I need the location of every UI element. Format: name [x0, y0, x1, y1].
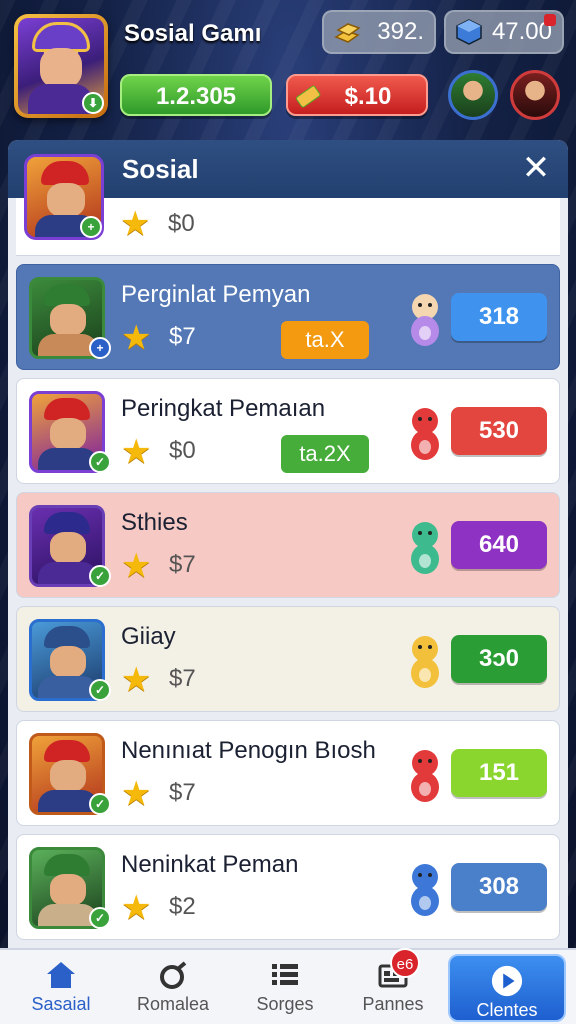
cash-button[interactable]: 1.2.305 [120, 74, 272, 116]
star-icon: ★ [121, 433, 152, 471]
gem-resource[interactable]: 47.00 [444, 10, 564, 54]
list-icon [272, 964, 298, 985]
multiplier-tag[interactable]: ta.2X [281, 435, 369, 473]
player-name: Peringkat Pemaıan [121, 395, 326, 422]
score-button[interactable]: 3ɔ0 [451, 635, 547, 683]
mascot-icon [411, 750, 439, 802]
nav-label: Sasaial [31, 994, 91, 1014]
player-name: Nenınıat Penogın Bıosh [121, 737, 376, 764]
close-icon[interactable]: ✕ [518, 150, 554, 186]
row-money: $7 [169, 665, 196, 692]
mascot-icon [411, 636, 439, 688]
mascot-icon [411, 522, 439, 574]
leaderboard-row[interactable]: ✓ Peringkat Pemaıan ★ $0 ta.2X 530 [16, 378, 560, 484]
player-name: Sthies [121, 509, 188, 536]
gem-cube-icon [456, 19, 482, 45]
add-badge-icon: + [80, 216, 102, 238]
nav-tab-romalea[interactable]: Romalea [118, 950, 228, 1024]
star-icon: ★ [120, 205, 151, 243]
leaderboard-row[interactable]: ✓ Giiay ★ $7 3ɔ0 [16, 606, 560, 712]
player-avatar[interactable]: ⬇ [14, 14, 108, 118]
home-icon [47, 962, 75, 988]
nav-label: Romalea [136, 994, 210, 1014]
gem-value: 47.00 [491, 18, 552, 45]
mascot-icon [411, 294, 439, 346]
bottom-nav: Sasaial Romalea Sorges Pannes Clentes [0, 948, 576, 1024]
star-icon: ★ [121, 661, 152, 699]
player-name: Giiay [121, 623, 176, 650]
gold-value: 392. [377, 18, 424, 45]
status-badge-icon: ✓ [89, 565, 111, 587]
top-hud: ⬇ Sosial Gamı 392. 47.00 1.2.305 $.10 [0, 0, 576, 140]
row-money: $7 [169, 323, 196, 350]
row-money: $7 [169, 779, 196, 806]
multiplier-tag[interactable]: ta.X [281, 321, 369, 359]
gold-bars-icon [334, 23, 361, 43]
energy-button[interactable]: $.10 [286, 74, 428, 116]
score-button[interactable]: 308 [451, 863, 547, 911]
star-icon: ★ [121, 547, 152, 585]
score-button[interactable]: 151 [451, 749, 547, 797]
mascot-icon [411, 408, 439, 460]
row-money: $0 [169, 437, 196, 464]
notification-badge: e6 [390, 948, 420, 978]
nav-tab-sorges[interactable]: Sorges [230, 950, 340, 1024]
energy-value: $.10 [344, 83, 392, 110]
star-icon: ★ [121, 319, 152, 357]
leaderboard-row[interactable]: ✓ Neninkat Peman ★ $2 308 [16, 834, 560, 940]
status-badge-icon: ✓ [89, 907, 111, 929]
friend-avatar-1[interactable] [448, 70, 498, 120]
nav-tab-sasaial[interactable]: Sasaial [6, 950, 116, 1024]
status-badge-icon: ✓ [89, 793, 111, 815]
leaderboard-row[interactable]: + Perginlat Pemyan ★ $7 ta.X 318 [16, 264, 560, 370]
nav-tab-clentes[interactable]: Clentes [448, 954, 566, 1022]
cash-value: 1.2.305 [155, 83, 237, 110]
friend-avatar-2[interactable] [510, 70, 560, 120]
player-name: Sosial Gamı [124, 20, 262, 47]
score-button[interactable]: 318 [451, 293, 547, 341]
row-money: $7 [169, 551, 196, 578]
gem-alert-icon [544, 14, 556, 26]
star-icon: ★ [121, 775, 152, 813]
ring-icon [160, 961, 187, 989]
nav-label: Pannes [362, 994, 424, 1014]
leaderboard-row[interactable]: ✓ Sthies ★ $7 640 [16, 492, 560, 598]
leaderboard-row[interactable]: ✓ Nenınıat Penogın Bıosh ★ $7 151 [16, 720, 560, 826]
status-badge-icon: + [89, 337, 111, 359]
nav-label: Sorges [256, 994, 314, 1014]
battery-icon [296, 85, 321, 108]
score-button[interactable]: 530 [451, 407, 547, 455]
mascot-icon [411, 864, 439, 916]
player-name: Perginlat Pemyan [121, 281, 311, 308]
gold-resource[interactable]: 392. [322, 10, 436, 54]
status-badge-icon: ✓ [89, 679, 111, 701]
panel-title: Sosial [122, 154, 199, 184]
player-name: Neninkat Peman [121, 851, 299, 878]
status-badge-icon: ✓ [89, 451, 111, 473]
row-money: $2 [169, 893, 196, 920]
star-icon: ★ [121, 889, 152, 927]
social-panel: Sosial ✕ ★ $0 + + Perginlat Pemyan ★ $7 ta.X… [8, 140, 568, 950]
nav-label: Clentes [476, 1000, 538, 1020]
level-badge-icon: ⬇ [82, 92, 104, 114]
score-button[interactable]: 640 [451, 521, 547, 569]
row-money: $0 [168, 210, 195, 237]
play-icon [491, 965, 523, 997]
